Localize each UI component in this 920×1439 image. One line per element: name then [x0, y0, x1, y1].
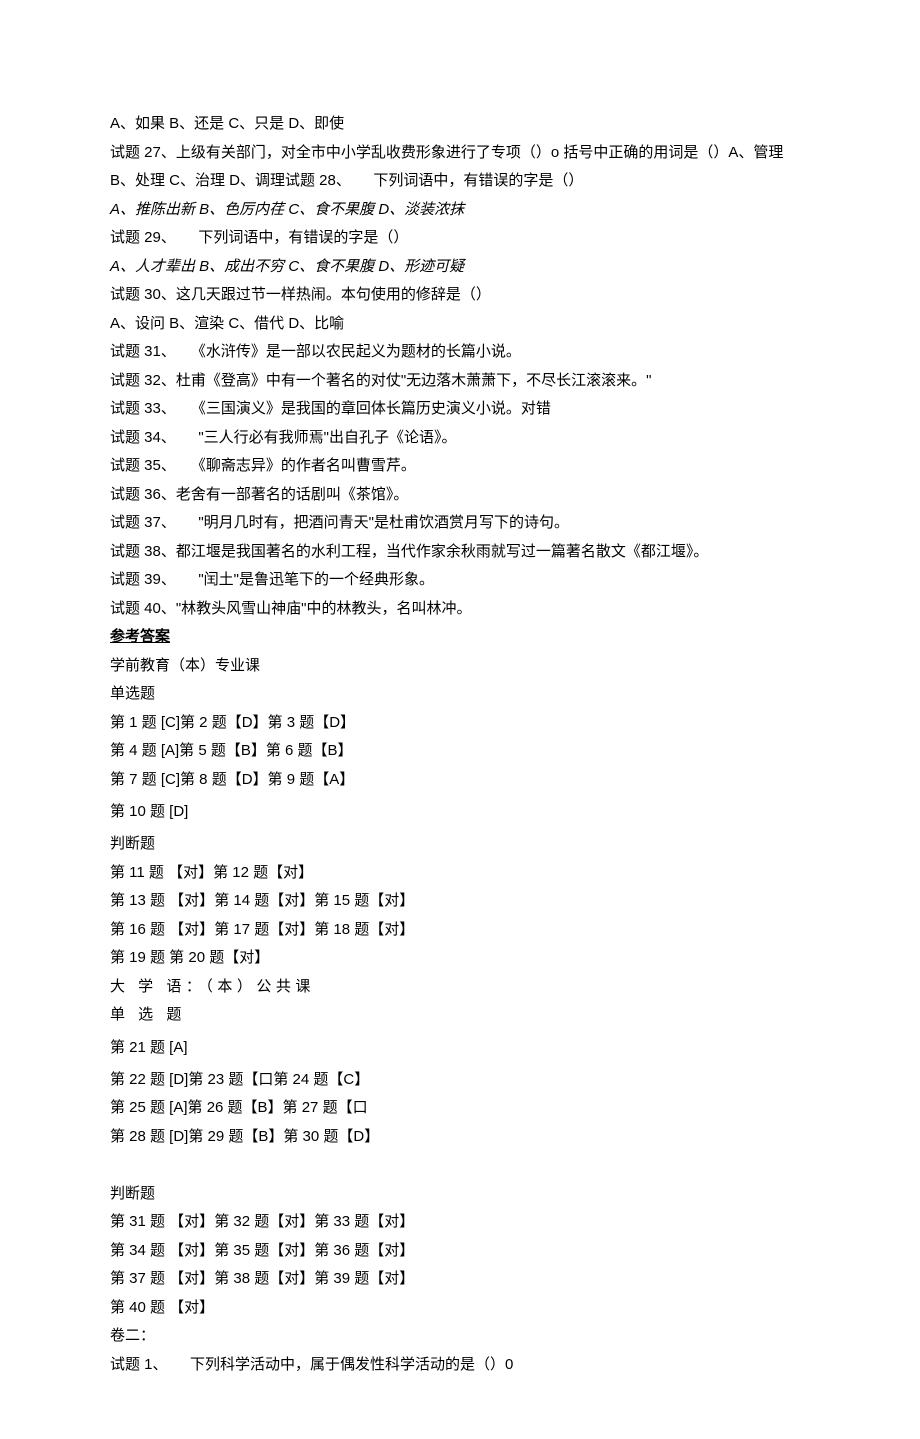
- text-line: 第 10 题 [D]: [110, 794, 810, 830]
- document-body: A、如果 B、还是 C、只是 D、即使试题 27、上级有关部门，对全市中小学乱收…: [110, 110, 810, 1379]
- text-line: 试题 37、 "明月几时有，把酒问青天"是杜甫饮酒赏月写下的诗句。: [110, 509, 810, 538]
- text-line: 第 16 题 【对】第 17 题【对】第 18 题【对】: [110, 916, 810, 945]
- text-line: 大 学 语：（本）公共课: [110, 973, 810, 1002]
- text-line: 第 13 题 【对】第 14 题【对】第 15 题【对】: [110, 887, 810, 916]
- text-line: 卷二：: [110, 1322, 810, 1351]
- document-page: A、如果 B、还是 C、只是 D、即使试题 27、上级有关部门，对全市中小学乱收…: [0, 0, 920, 1439]
- text-line: 第 1 题 [C]第 2 题【D】第 3 题【D】: [110, 709, 810, 738]
- text-line: 试题 29、 下列词语中，有错误的字是（）: [110, 224, 810, 253]
- text-line: 试题 30、这几天跟过节一样热闹。本句使用的修辞是（）: [110, 281, 810, 310]
- text-line: 第 19 题 第 20 题【对】: [110, 944, 810, 973]
- text-line: 第 11 题 【对】第 12 题【对】: [110, 859, 810, 888]
- text-line: 试题 31、 《水浒传》是一部以农民起义为题材的长篇小说。: [110, 338, 810, 367]
- text-line: 单选题: [110, 680, 810, 709]
- text-line: 第 4 题 [A]第 5 题【B】第 6 题【B】: [110, 737, 810, 766]
- text-line: 第 7 题 [C]第 8 题【D】第 9 题【A】: [110, 766, 810, 795]
- text-line: 试题 38、都江堰是我国著名的水利工程，当代作家余秋雨就写过一篇著名散文《都江堰…: [110, 538, 810, 567]
- text-line: 试题 39、 "闰土"是鲁迅笔下的一个经典形象。: [110, 566, 810, 595]
- text-line: 单 选 题: [110, 1001, 810, 1030]
- text-line: 第 25 题 [A]第 26 题【B】第 27 题【口: [110, 1094, 810, 1123]
- text-line: 判断题: [110, 1180, 810, 1209]
- text-line: 试题 27、上级有关部门，对全市中小学乱收费形象进行了专项（）o 括号中正确的用…: [110, 139, 810, 196]
- text-line: 试题 35、 《聊斋志异》的作者名叫曹雪芹。: [110, 452, 810, 481]
- text-line: 第 28 题 [D]第 29 题【B】第 30 题【D】: [110, 1123, 810, 1152]
- text-line: 试题 36、老舍有一部著名的话剧叫《茶馆》。: [110, 481, 810, 510]
- text-line: A、设问 B、渲染 C、借代 D、比喻: [110, 310, 810, 339]
- text-line: 第 40 题 【对】: [110, 1294, 810, 1323]
- text-line: A、人才辈出 B、成出不穷 C、食不果腹 D、形迹可疑: [110, 253, 810, 282]
- text-line: [110, 1151, 810, 1180]
- text-line: 第 21 题 [A]: [110, 1030, 810, 1066]
- text-line: 第 34 题 【对】第 35 题【对】第 36 题【对】: [110, 1237, 810, 1266]
- text-line: 试题 40、"林教头风雪山神庙"中的林教头，名叫林冲。: [110, 595, 810, 624]
- text-line: A、如果 B、还是 C、只是 D、即使: [110, 110, 810, 139]
- text-line: 判断题: [110, 830, 810, 859]
- text-line: A、推陈出新 B、色厉内荏 C、食不果腹 D、淡装浓抹: [110, 196, 810, 225]
- text-line: 参考答案: [110, 623, 810, 652]
- text-line: 试题 1、 下列科学活动中，属于偶发性科学活动的是（）0: [110, 1351, 810, 1380]
- text-line: 第 31 题 【对】第 32 题【对】第 33 题【对】: [110, 1208, 810, 1237]
- text-line: 试题 32、杜甫《登高》中有一个著名的对仗"无边落木萧萧下，不尽长江滚滚来。": [110, 367, 810, 396]
- text-line: 试题 33、 《三国演义》是我国的章回体长篇历史演义小说。对错: [110, 395, 810, 424]
- text-line: 试题 34、 "三人行必有我师焉"出自孔子《论语》。: [110, 424, 810, 453]
- text-line: 第 22 题 [D]第 23 题【口第 24 题【C】: [110, 1066, 810, 1095]
- text-line: 第 37 题 【对】第 38 题【对】第 39 题【对】: [110, 1265, 810, 1294]
- text-line: 学前教育（本）专业课: [110, 652, 810, 681]
